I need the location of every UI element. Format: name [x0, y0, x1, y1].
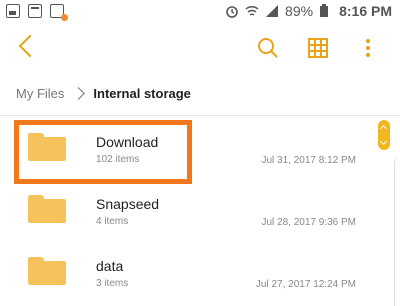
folder-date: Jul 27, 2017 12:24 PM	[255, 279, 356, 290]
list-item[interactable]: data 3 items Jul 27, 2017 12:24 PM	[0, 240, 400, 302]
clock: 8:16 PM	[339, 3, 392, 19]
folder-name: Download	[96, 134, 159, 150]
folder-icon	[28, 195, 66, 223]
battery-percentage: 89%	[285, 3, 314, 19]
battery-icon	[319, 4, 333, 18]
grid-view-icon[interactable]	[306, 36, 330, 60]
toolbar-actions	[256, 36, 380, 60]
list-item[interactable]: Download 102 items Jul 31, 2017 8:12 PM	[0, 116, 400, 178]
app-notification-icon	[50, 4, 68, 21]
system-status: 89% 8:16 PM	[225, 3, 392, 19]
folder-name: data	[96, 258, 124, 274]
folder-list: Download 102 items Jul 31, 2017 8:12 PM …	[0, 116, 400, 302]
breadcrumb: My Files Internal storage	[0, 72, 400, 116]
breadcrumb-my-files[interactable]: My Files	[16, 86, 64, 101]
edge-panel-handle[interactable]	[394, 156, 400, 306]
folder-date: Jul 31, 2017 8:12 PM	[261, 155, 356, 166]
list-item[interactable]: Snapseed 4 items Jul 28, 2017 9:36 PM	[0, 178, 400, 240]
alarm-icon	[225, 4, 239, 18]
calendar-notification-icon	[28, 4, 42, 18]
fast-scroll-handle[interactable]	[378, 120, 390, 150]
search-icon[interactable]	[256, 36, 280, 60]
folder-date: Jul 28, 2017 9:36 PM	[261, 217, 356, 228]
folder-item-count: 102 items	[96, 154, 140, 165]
chevron-right-icon	[72, 87, 86, 100]
app-toolbar	[0, 24, 400, 72]
notification-icons	[6, 4, 68, 21]
folder-item-count: 4 items	[96, 216, 129, 227]
gallery-notification-icon	[6, 4, 20, 18]
breadcrumb-internal-storage[interactable]: Internal storage	[93, 86, 191, 101]
status-bar: 89% 8:16 PM	[0, 0, 400, 24]
more-options-icon[interactable]	[356, 36, 380, 60]
signal-icon	[265, 4, 279, 18]
wifi-icon	[245, 4, 259, 18]
folder-name: Snapseed	[96, 196, 160, 212]
back-arrow-icon[interactable]	[18, 34, 42, 58]
folder-icon	[28, 133, 66, 161]
folder-icon	[28, 257, 66, 285]
folder-item-count: 3 items	[96, 278, 129, 289]
